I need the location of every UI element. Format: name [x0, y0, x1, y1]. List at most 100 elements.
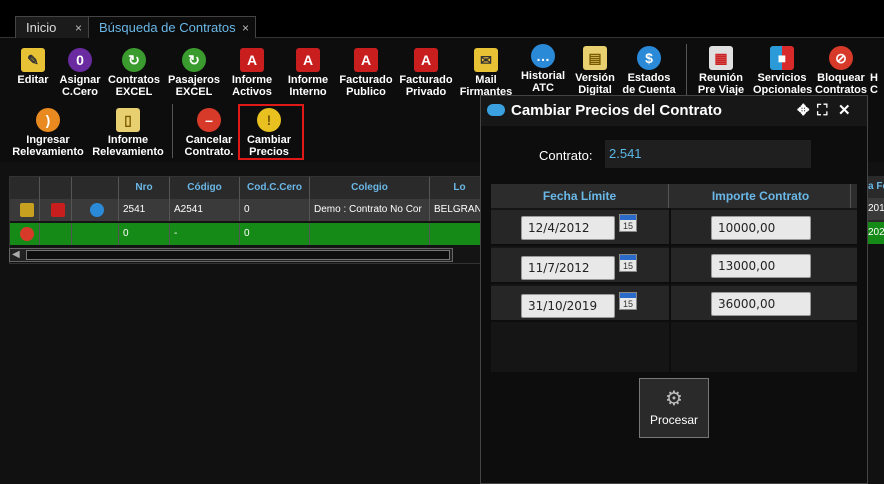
grid-cell[interactable] [10, 199, 40, 221]
calendar-icon[interactable]: 15 [619, 214, 637, 232]
grid-cell[interactable] [72, 199, 119, 221]
horizontal-scrollbar[interactable]: ◀ [9, 248, 453, 262]
grid-header-nro[interactable]: Nro [119, 177, 170, 199]
calendar-icon[interactable]: 15 [619, 254, 637, 272]
asignar-ccero-label: Asignar C.Cero [59, 74, 101, 98]
pdf-icon: A [296, 48, 320, 72]
informe-relevamiento-button[interactable]: ▯ Informe Relevamiento [90, 108, 166, 158]
grid-cell-fecha-peek: 2012 [868, 198, 884, 220]
tab-inicio[interactable]: Inicio × [15, 16, 89, 38]
bloquear-contratos-button[interactable]: ⊘ Bloquear Contratos [812, 46, 870, 96]
block-icon[interactable] [19, 227, 34, 241]
cloud-icon [487, 104, 505, 116]
pdf-icon[interactable] [50, 203, 65, 217]
fecha-limite-input[interactable]: 11/7/2012 [521, 256, 615, 280]
zero-icon: 0 [68, 48, 92, 72]
close-icon[interactable]: × [75, 17, 82, 39]
grid-header-fecha-peek: a Fe [868, 181, 884, 192]
calendar-icon[interactable]: 15 [619, 292, 637, 310]
historial-atc-label: Historial ATC [520, 70, 565, 94]
document-icon: ▤ [583, 46, 607, 70]
importe-contrato-input[interactable]: 10000,00 [711, 216, 811, 240]
grid-header-codccero[interactable]: Cod.C.Cero [240, 177, 310, 199]
grid-cell-colegio [310, 223, 430, 245]
cancelar-contrato-button[interactable]: – Cancelar Contrato. [180, 108, 238, 158]
ingresar-relevamiento-button[interactable]: ) Ingresar Relevamiento [10, 108, 86, 158]
mail-firmantes-button[interactable]: ✉ Mail Firmantes [457, 48, 515, 98]
truncated-button[interactable]: H C [870, 72, 884, 96]
grid-cell-fecha-peek: 2022 [868, 222, 884, 244]
servicios-opcionales-button[interactable]: ■ Servicios Opcionales [753, 46, 812, 96]
bloquear-contratos-label: Bloquear Contratos [815, 72, 867, 96]
price-row: 31/10/2019 15 36000,00 [491, 286, 857, 322]
toolbar-separator [172, 104, 173, 158]
price-row: 11/7/2012 15 13000,00 [491, 248, 857, 284]
reunion-pre-viaje-label: Reunión Pre Viaje [697, 72, 745, 96]
grid-cell-codccero: 0 [240, 199, 310, 221]
ingresar-relevamiento-label: Ingresar Relevamiento [12, 134, 84, 158]
grid-cell [40, 223, 72, 245]
grid-header-colegio[interactable]: Colegio [310, 177, 430, 199]
version-digital-button[interactable]: ▤ Versión Digital [566, 46, 624, 96]
pasajeros-excel-label: Pasajeros EXCEL [168, 74, 220, 98]
grid-header-cell[interactable] [10, 177, 40, 199]
truncated-label: H C [870, 72, 878, 96]
contrato-label: Contrato: [539, 148, 593, 163]
procesar-button[interactable]: ⚙ Procesar [639, 378, 709, 438]
cambiar-precios-dialog: Cambiar Precios del Contrato ✥ ⛶ ✕ Contr… [480, 95, 868, 484]
grid-cell-codigo: - [170, 223, 240, 245]
dialog-header[interactable]: Cambiar Precios del Contrato ✥ ⛶ ✕ [481, 96, 867, 126]
importe-contrato-input[interactable]: 13000,00 [711, 254, 811, 278]
calendar-icon: ▦ [709, 46, 733, 70]
informe-relevamiento-label: Informe Relevamiento [92, 134, 164, 158]
contratos-excel-label: Contratos EXCEL [108, 74, 160, 98]
column-divider [669, 208, 671, 372]
estados-cuenta-button[interactable]: $ Estados de Cuenta [620, 46, 678, 96]
informe-interno-button[interactable]: A Informe Interno [279, 48, 337, 98]
person-icon[interactable] [19, 203, 34, 217]
table-row[interactable]: 0 - 0 [10, 223, 488, 245]
importe-contrato-input[interactable]: 36000,00 [711, 292, 811, 316]
grid-cell-codigo: A2541 [170, 199, 240, 221]
historial-atc-button[interactable]: … Historial ATC [514, 44, 572, 94]
reunion-pre-viaje-button[interactable]: ▦ Reunión Pre Viaje [692, 46, 750, 96]
version-digital-label: Versión Digital [575, 72, 615, 96]
facturado-privado-button[interactable]: A Facturado Privado [397, 48, 455, 98]
contrato-value: 2.541 [605, 140, 811, 168]
facturado-publico-button[interactable]: A Facturado Publico [337, 48, 395, 98]
grid-header-codigo[interactable]: Código [170, 177, 240, 199]
pdf-icon: A [354, 48, 378, 72]
grid-cell [72, 223, 119, 245]
fecha-limite-input[interactable]: 12/4/2012 [521, 216, 615, 240]
maximize-icon[interactable]: ⛶ [817, 102, 828, 120]
informe-activos-button[interactable]: A Informe Activos [223, 48, 281, 98]
grid-cell-codccero: 0 [240, 223, 310, 245]
grid-header-cell[interactable] [40, 177, 72, 199]
tab-busqueda-label: Búsqueda de Contratos [99, 20, 236, 35]
folder-icon: ▯ [116, 108, 140, 132]
grid-cell[interactable] [40, 199, 72, 221]
close-icon[interactable]: ✕ [838, 102, 851, 120]
header-importe-contrato[interactable]: Importe Contrato [671, 184, 851, 208]
informe-interno-label: Informe Interno [287, 74, 329, 98]
header-fecha-limite[interactable]: Fecha Límite [491, 184, 669, 208]
grid-cell[interactable] [10, 223, 40, 245]
collapse-icon[interactable]: ✥ [797, 102, 810, 120]
pdf-icon: A [414, 48, 438, 72]
table-row[interactable]: 2541 A2541 0 Demo : Contrato No Cor BELG… [10, 199, 488, 221]
fecha-limite-input[interactable]: 31/10/2019 [521, 294, 615, 318]
tab-busqueda-contratos[interactable]: Búsqueda de Contratos × [88, 16, 256, 38]
pdf-icon: A [240, 48, 264, 72]
scroll-left-icon[interactable]: ◀ [12, 249, 20, 261]
scrollbar-thumb[interactable] [26, 250, 450, 260]
grid-header-cell[interactable] [72, 177, 119, 199]
estados-cuenta-label: Estados de Cuenta [622, 72, 676, 96]
asignar-ccero-button[interactable]: 0 Asignar C.Cero [51, 48, 109, 98]
airplane-icon[interactable] [90, 203, 104, 217]
grid-right-peek: a Fe 2012 2022 [868, 176, 884, 244]
gear-icon: ⚙ [665, 388, 683, 410]
close-icon[interactable]: × [242, 17, 249, 39]
grid-header: Nro Código Cod.C.Cero Colegio Lo [10, 177, 488, 199]
pasajeros-excel-button[interactable]: ↻ Pasajeros EXCEL [165, 48, 223, 98]
contratos-excel-button[interactable]: ↻ Contratos EXCEL [105, 48, 163, 98]
